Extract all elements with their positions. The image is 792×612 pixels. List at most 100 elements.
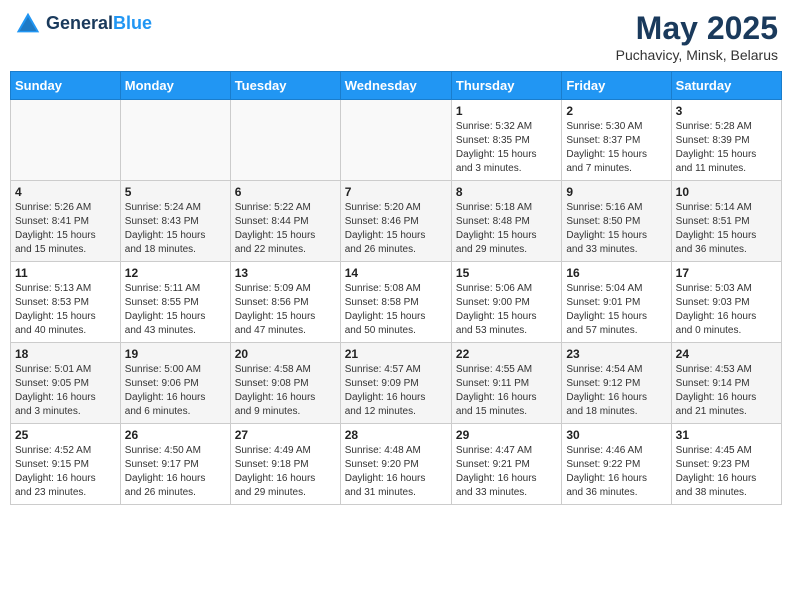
day-info: Sunrise: 5:28 AM Sunset: 8:39 PM Dayligh… [676, 120, 777, 176]
calendar-cell [11, 100, 121, 181]
day-info: Sunrise: 5:22 AM Sunset: 8:44 PM Dayligh… [235, 201, 336, 257]
calendar-table: SundayMondayTuesdayWednesdayThursdayFrid… [10, 71, 782, 505]
calendar-header-row: SundayMondayTuesdayWednesdayThursdayFrid… [11, 72, 782, 100]
calendar-cell: 16 Sunrise: 5:04 AM Sunset: 9:01 PM Dayli… [562, 262, 671, 343]
day-number: 25 [15, 428, 116, 442]
header-monday: Monday [120, 72, 230, 100]
calendar-cell: 28 Sunrise: 4:48 AM Sunset: 9:20 PM Dayli… [340, 424, 451, 505]
header-sunday: Sunday [11, 72, 121, 100]
day-info: Sunrise: 5:11 AM Sunset: 8:55 PM Dayligh… [125, 282, 226, 338]
day-number: 27 [235, 428, 336, 442]
day-number: 19 [125, 347, 226, 361]
day-info: Sunrise: 5:08 AM Sunset: 8:58 PM Dayligh… [345, 282, 447, 338]
day-info: Sunrise: 5:30 AM Sunset: 8:37 PM Dayligh… [566, 120, 666, 176]
day-number: 31 [676, 428, 777, 442]
day-number: 7 [345, 185, 447, 199]
day-number: 23 [566, 347, 666, 361]
day-info: Sunrise: 4:52 AM Sunset: 9:15 PM Dayligh… [15, 444, 116, 500]
calendar-cell: 13Sunrise: 5:09 AM Sunset: 8:56 PM Dayli… [230, 262, 340, 343]
calendar-cell: 8Sunrise: 5:18 AM Sunset: 8:48 PM Daylig… [451, 181, 561, 262]
day-info: Sunrise: 4:54 AM Sunset: 9:12 PM Dayligh… [566, 363, 666, 419]
day-number: 26 [125, 428, 226, 442]
calendar-cell: 15Sunrise: 5:06 AM Sunset: 9:00 PM Dayli… [451, 262, 561, 343]
calendar-week-row: 18Sunrise: 5:01 AM Sunset: 9:05 PM Dayli… [11, 343, 782, 424]
calendar-cell: 30 Sunrise: 4:46 AM Sunset: 9:22 PM Dayli… [562, 424, 671, 505]
calendar-week-row: 1 Sunrise: 5:32 AM Sunset: 8:35 PM Daylig… [11, 100, 782, 181]
calendar-cell: 11 Sunrise: 5:13 AM Sunset: 8:53 PM Dayli… [11, 262, 121, 343]
day-info: Sunrise: 5:18 AM Sunset: 8:48 PM Dayligh… [456, 201, 557, 257]
calendar-cell [120, 100, 230, 181]
day-info: Sunrise: 4:53 AM Sunset: 9:14 PM Dayligh… [676, 363, 777, 419]
day-number: 15 [456, 266, 557, 280]
day-info: Sunrise: 5:32 AM Sunset: 8:35 PM Dayligh… [456, 120, 557, 176]
day-info: Sunrise: 4:46 AM Sunset: 9:22 PM Dayligh… [566, 444, 666, 500]
day-number: 9 [566, 185, 666, 199]
day-info: Sunrise: 5:14 AM Sunset: 8:51 PM Dayligh… [676, 201, 777, 257]
day-info: Sunrise: 4:47 AM Sunset: 9:21 PM Dayligh… [456, 444, 557, 500]
day-number: 28 [345, 428, 447, 442]
logo: GeneralBlue [14, 10, 152, 38]
header-friday: Friday [562, 72, 671, 100]
calendar-cell: 21 Sunrise: 4:57 AM Sunset: 9:09 PM Dayli… [340, 343, 451, 424]
page-header: GeneralBlue May 2025 Puchavicy, Minsk, B… [10, 10, 782, 63]
calendar-cell: 19Sunrise: 5:00 AM Sunset: 9:06 PM Dayli… [120, 343, 230, 424]
day-number: 22 [456, 347, 557, 361]
calendar-cell: 2 Sunrise: 5:30 AM Sunset: 8:37 PM Daylig… [562, 100, 671, 181]
calendar-cell: 12 Sunrise: 5:11 AM Sunset: 8:55 PM Dayli… [120, 262, 230, 343]
calendar-cell: 3 Sunrise: 5:28 AM Sunset: 8:39 PM Daylig… [671, 100, 781, 181]
calendar-week-row: 11 Sunrise: 5:13 AM Sunset: 8:53 PM Dayli… [11, 262, 782, 343]
calendar-cell: 24 Sunrise: 4:53 AM Sunset: 9:14 PM Dayli… [671, 343, 781, 424]
day-number: 11 [15, 266, 116, 280]
header-thursday: Thursday [451, 72, 561, 100]
calendar-cell [340, 100, 451, 181]
day-number: 4 [15, 185, 116, 199]
calendar-week-row: 4 Sunrise: 5:26 AM Sunset: 8:41 PM Daylig… [11, 181, 782, 262]
day-info: Sunrise: 4:57 AM Sunset: 9:09 PM Dayligh… [345, 363, 447, 419]
logo-blue: Blue [113, 13, 152, 33]
day-info: Sunrise: 4:45 AM Sunset: 9:23 PM Dayligh… [676, 444, 777, 500]
month-year: May 2025 [616, 10, 778, 47]
day-info: Sunrise: 5:13 AM Sunset: 8:53 PM Dayligh… [15, 282, 116, 338]
calendar-cell: 14Sunrise: 5:08 AM Sunset: 8:58 PM Dayli… [340, 262, 451, 343]
calendar-cell: 7 Sunrise: 5:20 AM Sunset: 8:46 PM Daylig… [340, 181, 451, 262]
day-number: 12 [125, 266, 226, 280]
header-saturday: Saturday [671, 72, 781, 100]
day-number: 1 [456, 104, 557, 118]
header-tuesday: Tuesday [230, 72, 340, 100]
calendar-cell: 31 Sunrise: 4:45 AM Sunset: 9:23 PM Dayli… [671, 424, 781, 505]
calendar-cell: 20Sunrise: 4:58 AM Sunset: 9:08 PM Dayli… [230, 343, 340, 424]
calendar-cell: 17Sunrise: 5:03 AM Sunset: 9:03 PM Dayli… [671, 262, 781, 343]
day-number: 30 [566, 428, 666, 442]
day-info: Sunrise: 5:26 AM Sunset: 8:41 PM Dayligh… [15, 201, 116, 257]
logo-general: General [46, 13, 113, 33]
day-info: Sunrise: 4:48 AM Sunset: 9:20 PM Dayligh… [345, 444, 447, 500]
calendar-cell: 9 Sunrise: 5:16 AM Sunset: 8:50 PM Daylig… [562, 181, 671, 262]
day-number: 24 [676, 347, 777, 361]
calendar-cell: 23 Sunrise: 4:54 AM Sunset: 9:12 PM Dayli… [562, 343, 671, 424]
day-info: Sunrise: 4:55 AM Sunset: 9:11 PM Dayligh… [456, 363, 557, 419]
day-number: 3 [676, 104, 777, 118]
calendar-cell: 25 Sunrise: 4:52 AM Sunset: 9:15 PM Dayli… [11, 424, 121, 505]
logo-text: GeneralBlue [46, 14, 152, 34]
calendar-cell: 18Sunrise: 5:01 AM Sunset: 9:05 PM Dayli… [11, 343, 121, 424]
calendar-week-row: 25 Sunrise: 4:52 AM Sunset: 9:15 PM Dayli… [11, 424, 782, 505]
day-number: 21 [345, 347, 447, 361]
calendar-cell [230, 100, 340, 181]
day-info: Sunrise: 5:20 AM Sunset: 8:46 PM Dayligh… [345, 201, 447, 257]
calendar-cell: 22 Sunrise: 4:55 AM Sunset: 9:11 PM Dayli… [451, 343, 561, 424]
calendar-cell: 27 Sunrise: 4:49 AM Sunset: 9:18 PM Dayli… [230, 424, 340, 505]
day-number: 20 [235, 347, 336, 361]
day-number: 5 [125, 185, 226, 199]
calendar-cell: 29 Sunrise: 4:47 AM Sunset: 9:21 PM Dayli… [451, 424, 561, 505]
day-info: Sunrise: 5:03 AM Sunset: 9:03 PM Dayligh… [676, 282, 777, 338]
day-number: 16 [566, 266, 666, 280]
day-info: Sunrise: 5:16 AM Sunset: 8:50 PM Dayligh… [566, 201, 666, 257]
calendar-cell: 26Sunrise: 4:50 AM Sunset: 9:17 PM Dayli… [120, 424, 230, 505]
day-number: 29 [456, 428, 557, 442]
header-wednesday: Wednesday [340, 72, 451, 100]
day-info: Sunrise: 5:04 AM Sunset: 9:01 PM Dayligh… [566, 282, 666, 338]
day-info: Sunrise: 4:49 AM Sunset: 9:18 PM Dayligh… [235, 444, 336, 500]
day-number: 2 [566, 104, 666, 118]
logo-icon [14, 10, 42, 38]
day-number: 13 [235, 266, 336, 280]
